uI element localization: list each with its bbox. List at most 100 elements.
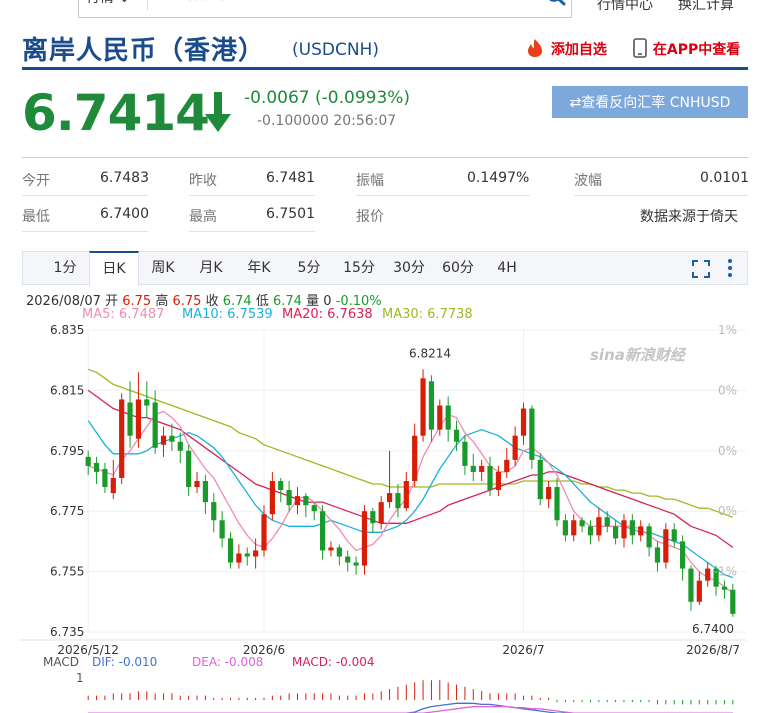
reverse-rate-button[interactable]: ⇄查看反向汇率 CNHUSD [552, 86, 748, 118]
market-center-link[interactable]: 行情中心 [597, 0, 653, 14]
stat-value-prev-close: 6.7481 [266, 170, 315, 186]
current-price: 6.7414 [22, 84, 210, 142]
candle-body [353, 562, 359, 566]
x-tick-label: 2026/7 [502, 643, 544, 657]
stat-divider [574, 195, 748, 196]
candle-body [554, 487, 560, 521]
candle-body [160, 435, 167, 445]
tab-1min[interactable]: 1分 [45, 252, 85, 285]
search-category-select[interactable]: 行情 ⌄ [86, 0, 130, 7]
stat-value-quote-source: 数据来源于倚天 [640, 209, 738, 225]
y-tick-label: 6.795 [50, 444, 84, 458]
pct-tick-label: -1% [714, 565, 737, 579]
pct-tick-label: 0% [718, 383, 737, 397]
candle-body [420, 378, 426, 436]
tab-yearly[interactable]: 年K [237, 252, 281, 285]
candle-body [479, 465, 485, 472]
candle-body [462, 441, 468, 466]
stat-label-low: 最低 [22, 209, 50, 225]
price-change: -0.0067 (-0.0993%) [244, 88, 411, 108]
sub-change: -0.100000 [257, 113, 329, 129]
candle-body [336, 547, 342, 557]
macd-value-legend: MACD: -0.004 [292, 655, 375, 669]
candle-body [587, 526, 594, 536]
search-input[interactable] [159, 0, 523, 8]
candle-body [596, 517, 602, 536]
tab-monthly[interactable]: 月K [189, 252, 233, 285]
candle-body [688, 568, 694, 602]
more-options-icon[interactable] [725, 257, 735, 283]
candle-body [102, 468, 108, 488]
candle-body [386, 493, 393, 503]
candle-body [705, 568, 711, 581]
macd-title: MACD [43, 655, 79, 669]
candle-body [412, 435, 418, 481]
tab-weekly[interactable]: 周K [141, 252, 185, 285]
stat-divider [22, 195, 148, 196]
candle-body [219, 520, 225, 539]
candle-body [194, 481, 200, 488]
fullscreen-icon[interactable] [691, 259, 711, 283]
add-favorite-button[interactable]: 添加自选 [524, 38, 607, 59]
candle-body [671, 529, 677, 542]
stat-label-range: 波幅 [574, 173, 602, 189]
candle-body [621, 520, 627, 539]
candle-body [512, 435, 518, 460]
candle-body [303, 496, 309, 506]
candle-body [152, 402, 158, 448]
candle-body [211, 502, 217, 521]
candle-body [186, 450, 192, 488]
search-icon[interactable] [545, 0, 567, 10]
candle-body [495, 471, 501, 491]
candle-body [663, 529, 669, 563]
stat-label-prev-close: 昨收 [189, 173, 217, 189]
converter-link[interactable]: 换汇计算 [678, 0, 734, 14]
tab-daily[interactable]: 日K [89, 251, 139, 286]
candle-body [453, 429, 460, 442]
stat-label-quote-source: 报价 [356, 209, 384, 225]
ma10-line [87, 420, 734, 579]
stat-value-amplitude: 0.1497% [467, 170, 530, 186]
candle-body [144, 399, 150, 406]
y-tick-label: 6.735 [50, 625, 84, 639]
candle-body [437, 405, 443, 430]
tab-4h[interactable]: 4H [487, 252, 527, 285]
view-in-app-button[interactable]: 在APP中查看 [632, 38, 740, 59]
macd-dif-legend: DIF: -0.010 [92, 655, 157, 669]
candle-body [403, 481, 409, 509]
candle-body [320, 511, 326, 551]
pct-tick-label: 1% [718, 323, 737, 337]
ma20-line [87, 389, 734, 548]
candlestick-chart[interactable]: sina新浪财经 6.835 6.815 6.795 6.775 6.755 6.735 1… [0, 320, 764, 713]
candle-body [604, 517, 610, 527]
search-box: 行情 ⌄ [78, 0, 572, 18]
candle-body [119, 399, 125, 478]
candle-body [428, 381, 435, 430]
tab-30min[interactable]: 30分 [387, 252, 431, 285]
candle-body [253, 550, 259, 557]
candle-body [169, 435, 175, 442]
tab-5min[interactable]: 5分 [289, 252, 329, 285]
candle-body [504, 459, 510, 472]
stat-label-open: 今开 [22, 173, 50, 189]
stat-label-amplitude: 振幅 [356, 173, 384, 189]
candle-body [487, 465, 493, 491]
candle-body [135, 399, 142, 439]
candle-body [613, 526, 619, 539]
phone-icon [633, 38, 647, 58]
high-mark-label: 6.8214 [409, 346, 451, 360]
candle-body [85, 456, 91, 466]
candle-body [294, 496, 301, 506]
tab-60min[interactable]: 60分 [436, 252, 480, 285]
candle-body [470, 465, 476, 472]
candle-body [629, 520, 635, 536]
candle-body [571, 520, 577, 536]
stat-label-high: 最高 [189, 209, 217, 225]
candle-body [286, 490, 292, 506]
candle-body [345, 556, 351, 563]
title-divider [22, 67, 748, 70]
stat-value-low: 6.7400 [100, 206, 149, 222]
page-title: 离岸人民币（香港） [22, 36, 266, 66]
macd-dea-legend: DEA: -0.008 [192, 655, 263, 669]
tab-15min[interactable]: 15分 [337, 252, 381, 285]
